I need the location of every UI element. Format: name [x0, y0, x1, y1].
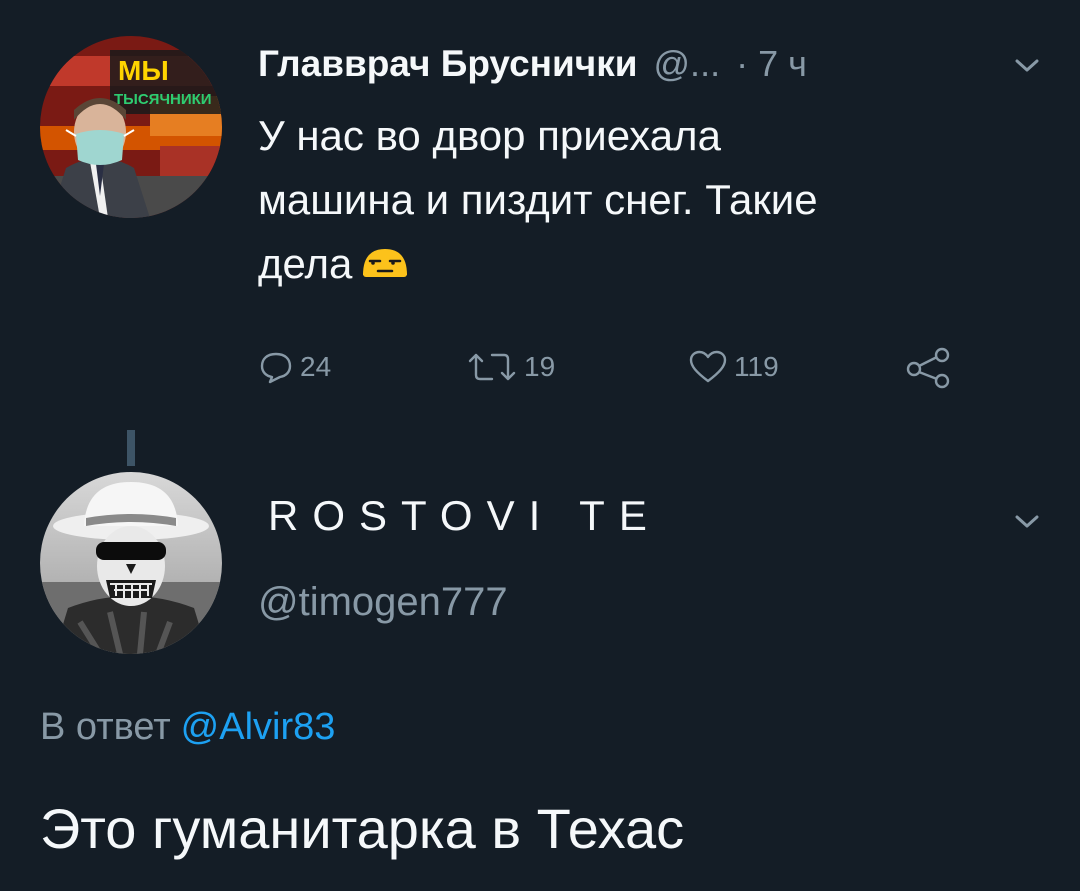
tweet-actions: 24 19 119: [258, 342, 978, 392]
logo-text-bottom: ТЫСЯЧНИКИ: [114, 91, 212, 108]
tweet-text-line: У нас во двор приехала: [258, 112, 721, 159]
avatar-image: [40, 472, 222, 654]
reply-context: В ответ @Alvir83: [40, 706, 335, 749]
reply-count: 24: [300, 351, 332, 382]
logo-text-top: МЫ: [118, 55, 169, 86]
chevron-down-icon[interactable]: [1015, 58, 1039, 74]
reply-button[interactable]: 24: [258, 342, 331, 392]
retweet-button[interactable]: 19: [466, 342, 555, 392]
reply-prefix: В ответ: [40, 706, 171, 748]
author-handle[interactable]: @...: [654, 43, 721, 85]
thread-connector: [127, 430, 135, 466]
author-name[interactable]: Главврач Бруснички: [258, 43, 638, 85]
avatar[interactable]: [40, 472, 222, 654]
tweet-text-line-last: дела: [258, 232, 1018, 296]
avatar[interactable]: МЫ ТЫСЯЧНИКИ: [40, 36, 222, 218]
reply-icon: [260, 352, 292, 384]
share-button[interactable]: [904, 342, 960, 392]
unamused-face-emoji-icon: [363, 248, 408, 277]
author-name[interactable]: ROSTOVI TE: [268, 492, 661, 540]
tweet-thread: МЫ ТЫСЯЧНИКИ Главврач Бруснички @... · 7…: [0, 0, 1080, 891]
tweet-text-line: машина и пиздит снег. Такие: [258, 176, 818, 223]
author-handle[interactable]: @timogen777: [258, 580, 508, 625]
heart-icon: [689, 350, 727, 383]
reply-mention-link[interactable]: @Alvir83: [181, 706, 336, 748]
tweet1-header: Главврач Бруснички @... · 7 ч: [258, 36, 807, 92]
like-count: 119: [734, 351, 779, 382]
like-button[interactable]: 119: [688, 342, 779, 392]
tweet-text-line: дела: [258, 240, 353, 287]
retweet-icon: [468, 353, 516, 381]
tweet-text: У нас во двор приехала машина и пиздит с…: [258, 104, 1018, 296]
avatar-image: МЫ ТЫСЯЧНИКИ: [40, 36, 222, 218]
chevron-down-icon[interactable]: [1015, 514, 1039, 530]
share-icon: [906, 347, 950, 389]
tweet-text: Это гуманитарка в Техас: [40, 797, 685, 860]
timestamp[interactable]: · 7 ч: [736, 43, 807, 85]
retweet-count: 19: [524, 351, 556, 382]
